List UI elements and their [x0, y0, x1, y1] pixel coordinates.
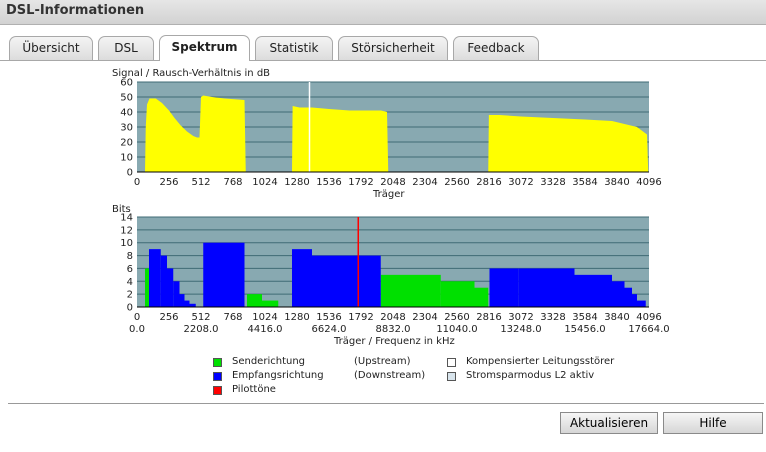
bits-bar — [292, 249, 312, 307]
bits-x-tick-label: 1536 — [316, 312, 341, 323]
bits-bar — [574, 274, 612, 307]
bits-y-tick-label: 14 — [120, 213, 133, 224]
snr-y-tick-label: 20 — [120, 138, 133, 149]
snr-y-tick-label: 0 — [127, 168, 133, 179]
bits-bar — [247, 294, 262, 307]
legend-upstream-swatch — [213, 358, 222, 367]
bits-x-tick-label: 2304 — [412, 312, 437, 323]
bits-x-tick-label: 512 — [191, 312, 210, 323]
snr-x-tick-label: 3072 — [508, 177, 533, 188]
bits-x-tick-label: 4096 — [636, 312, 661, 323]
legend-compensated-label: Kompensierter Leitungsstörer — [466, 356, 615, 367]
bits-khz-tick-label: 11040.0 — [436, 324, 477, 335]
bits-x-tick-label: 1024 — [252, 312, 277, 323]
snr-x-tick-label: 768 — [223, 177, 242, 188]
snr-x-tick-label: 0 — [134, 177, 140, 188]
snr-x-tick-label: 1792 — [348, 177, 373, 188]
bits-bar — [440, 281, 475, 307]
bits-x-tick-label: 1792 — [348, 312, 373, 323]
snr-x-tick-label: 3840 — [604, 177, 629, 188]
snr-x-tick-label: 3328 — [540, 177, 565, 188]
bits-khz-tick-label: 8832.0 — [376, 324, 411, 335]
snr-x-tick-label: 2816 — [476, 177, 501, 188]
bits-khz-tick-label: 13248.0 — [500, 324, 541, 335]
legend-downstream-note: (Downstream) — [354, 370, 426, 381]
bits-bar — [312, 255, 329, 307]
bits-x-tick-label: 2816 — [476, 312, 501, 323]
snr-y-tick-label: 60 — [120, 78, 133, 89]
snr-y-tick-label: 30 — [120, 123, 133, 134]
bits-bar — [637, 300, 646, 307]
bits-y-tick-label: 2 — [127, 290, 133, 301]
bits-khz-tick-label: 15456.0 — [564, 324, 605, 335]
snr-x-tick-label: 4096 — [636, 177, 661, 188]
bits-y-tick-label: 12 — [120, 225, 133, 236]
snr-x-tick-label: 3584 — [572, 177, 597, 188]
bits-bar — [612, 281, 625, 307]
bits-khz-tick-label: 6624.0 — [312, 324, 347, 335]
bits-khz-tick-label: 17664.0 — [628, 324, 669, 335]
tab-spektrum[interactable]: Spektrum — [159, 35, 250, 61]
snr-y-tick-label: 10 — [120, 153, 133, 164]
bits-y-tick-label: 8 — [127, 251, 133, 262]
bits-khz-tick-label: 4416.0 — [248, 324, 283, 335]
snr-x-tick-label: 1280 — [284, 177, 309, 188]
spectrum-charts: 01020304050600 256 512 768 1024 1280 1536 1792 2… — [120, 78, 669, 336]
snr-x-tick-label: 2048 — [380, 177, 405, 188]
bits-bar — [179, 294, 185, 307]
legend-l2-swatch — [447, 372, 456, 381]
legend-downstream-label: Empfangsrichtung — [232, 370, 324, 381]
legend-pilot-label: Pilottöne — [232, 384, 276, 395]
bits-x-tick-label: 2048 — [380, 312, 405, 323]
bits-bar — [364, 255, 381, 307]
snr-x-tick-label: 2560 — [444, 177, 469, 188]
footer-divider — [8, 403, 764, 404]
bits-bar — [173, 281, 180, 307]
snr-y-tick-label: 50 — [120, 93, 133, 104]
bits-y-tick-label: 10 — [120, 238, 133, 249]
bits-x-tick-label: 768 — [223, 312, 242, 323]
legend-upstream-label: Senderichtung — [232, 356, 306, 367]
bits-x-tick-label: 0 — [134, 312, 140, 323]
legend-downstream-swatch — [213, 372, 222, 381]
bits-bar — [518, 268, 575, 307]
bits-bar — [632, 294, 637, 307]
bits-bar — [489, 268, 519, 307]
bits-bar — [160, 255, 167, 307]
bits-bar — [474, 287, 489, 307]
bits-bar — [149, 249, 161, 307]
bits-bar — [203, 242, 245, 307]
bits-khz-tick-label: 0.0 — [129, 324, 145, 335]
bits-y-tick-label: 0 — [127, 303, 133, 314]
bits-x-tick-label: 3840 — [604, 312, 629, 323]
legend-compensated-swatch — [447, 358, 456, 367]
bits-bar — [624, 287, 632, 307]
bits-khz-tick-label: 2208.0 — [184, 324, 219, 335]
legend-upstream-note: (Upstream) — [354, 356, 411, 367]
bits-y-tick-label: 6 — [127, 264, 133, 275]
bits-x-tick-label: 2560 — [444, 312, 469, 323]
legend-l2-label: Stromsparmodus L2 aktiv — [466, 370, 595, 381]
snr-x-tick-label: 512 — [191, 177, 210, 188]
help-button[interactable]: Hilfe — [663, 412, 763, 434]
bits-bar — [380, 274, 441, 307]
bits-x-tick-label: 3328 — [540, 312, 565, 323]
refresh-button[interactable]: Aktualisieren — [560, 412, 658, 434]
legend-pilot-swatch — [213, 386, 222, 395]
snr-x-tick-label: 1024 — [252, 177, 277, 188]
bits-bar — [167, 268, 174, 307]
bits-bar — [145, 268, 149, 307]
bits-x-tick-label: 3584 — [572, 312, 597, 323]
bits-bar — [329, 255, 365, 307]
bits-y-tick-label: 4 — [127, 277, 133, 288]
snr-x-tick-label: 1536 — [316, 177, 341, 188]
bits-bar — [262, 300, 279, 307]
snr-x-tick-label: 256 — [159, 177, 178, 188]
snr-x-tick-label: 2304 — [412, 177, 437, 188]
bits-x-tick-label: 3072 — [508, 312, 533, 323]
bits-x-tick-label: 1280 — [284, 312, 309, 323]
snr-y-tick-label: 40 — [120, 108, 133, 119]
bits-x-tick-label: 256 — [159, 312, 178, 323]
bits-bar — [184, 300, 190, 307]
